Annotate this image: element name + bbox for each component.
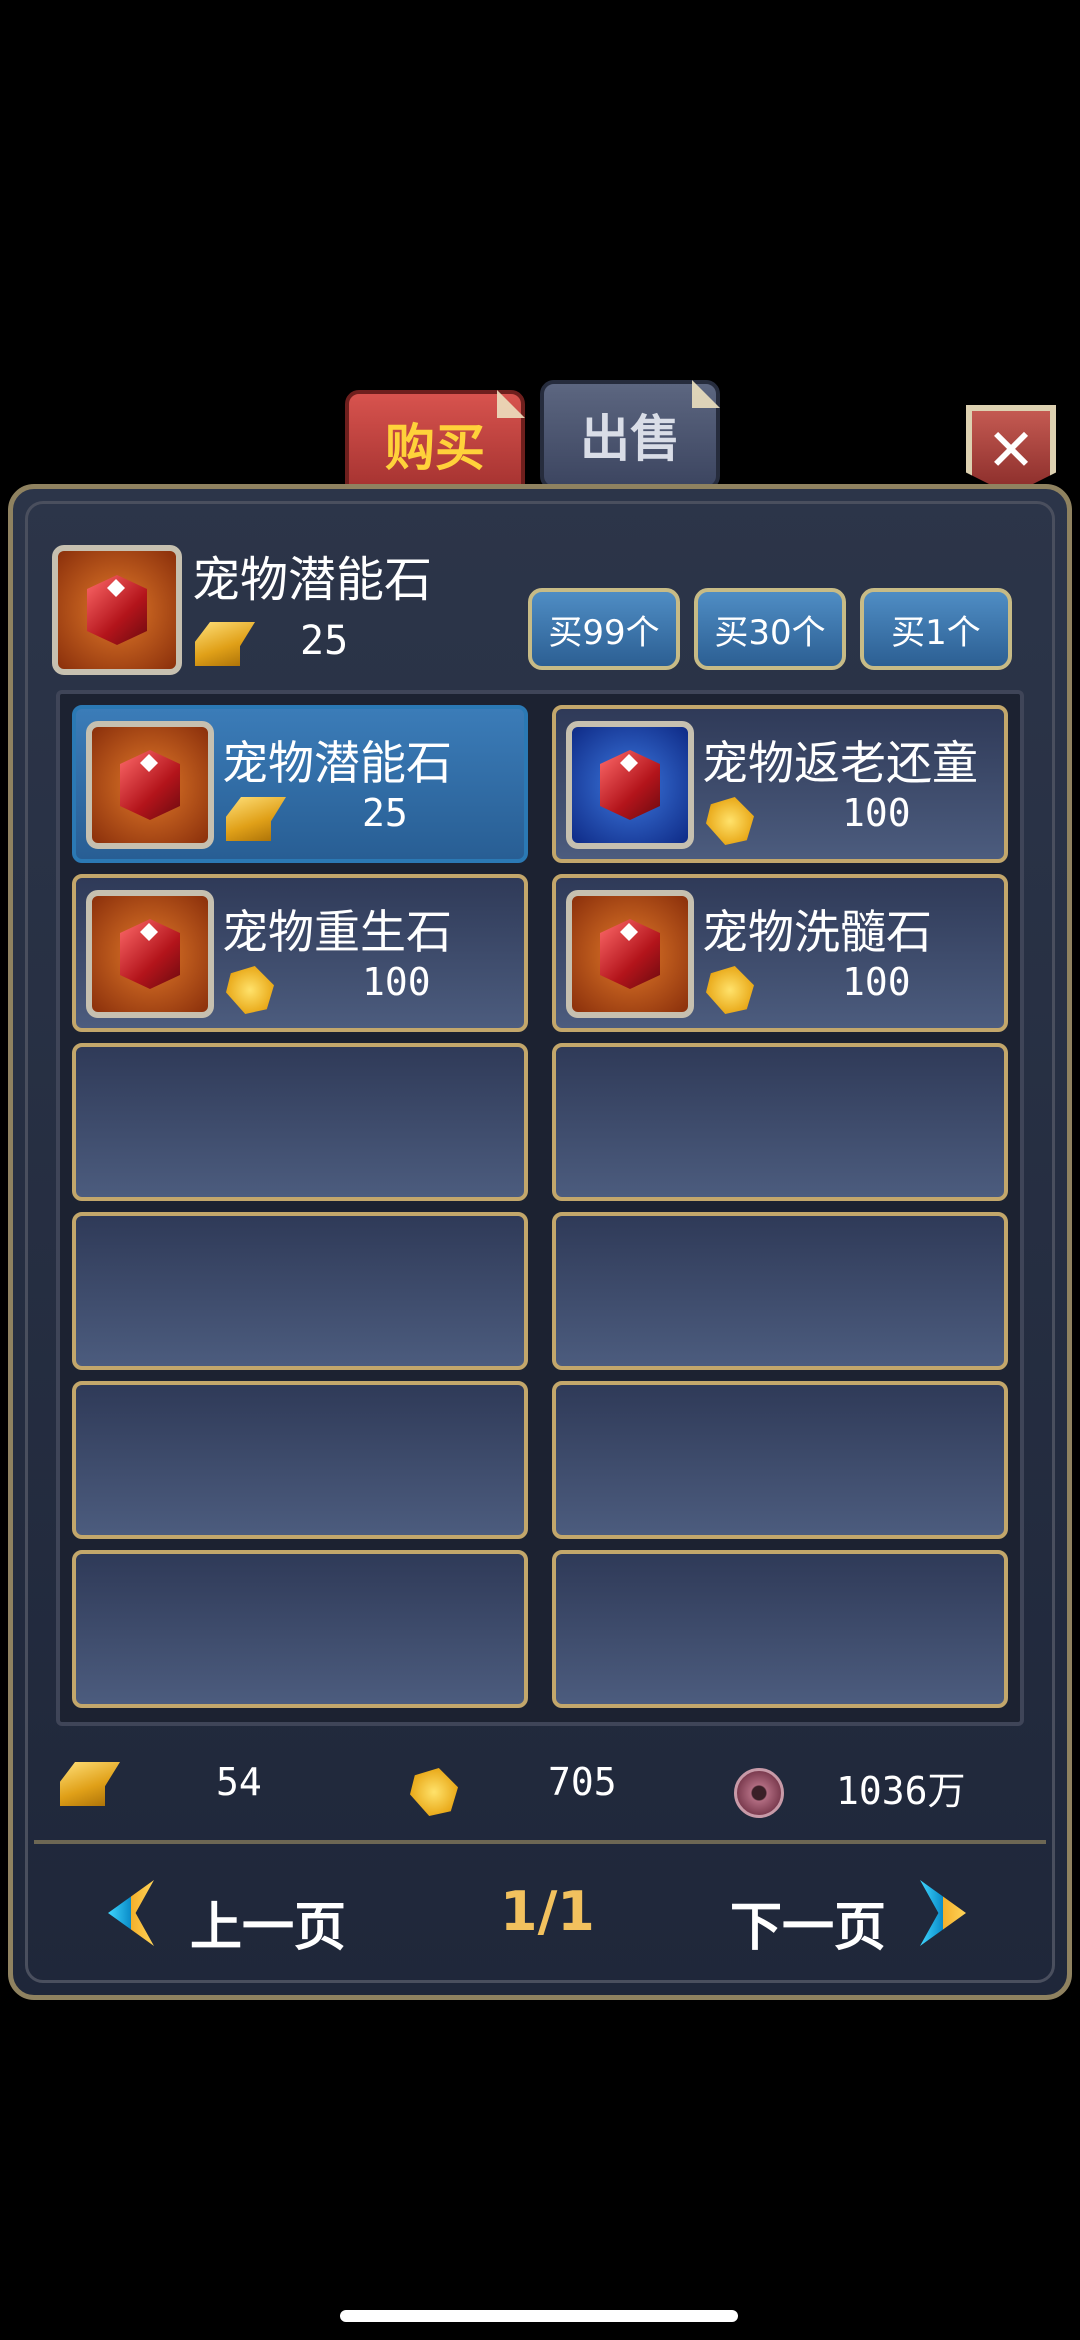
item-name: 宠物重生石	[222, 905, 452, 959]
item-icon	[86, 721, 214, 849]
leaf-balance: 705	[548, 1760, 617, 1804]
shop-item-1[interactable]: 宠物潜能石 25	[72, 705, 528, 863]
selected-item-name: 宠物潜能石	[192, 552, 433, 608]
empty-slot	[72, 1381, 528, 1539]
copper-coin-icon	[734, 1768, 784, 1822]
selected-item-icon	[52, 545, 182, 675]
selected-item-price: 25	[300, 618, 349, 664]
empty-slot	[72, 1212, 528, 1370]
close-icon: ✕	[986, 416, 1036, 484]
item-price: 100	[362, 960, 431, 1004]
item-price: 100	[842, 960, 911, 1004]
shop-item-2[interactable]: 宠物返老还童 100	[552, 705, 1008, 863]
item-name: 宠物潜能石	[222, 736, 452, 790]
empty-slot	[552, 1550, 1008, 1708]
buy-99-button[interactable]: 买99个	[528, 588, 680, 670]
gold-leaf-icon	[410, 1768, 458, 1820]
gold-leaf-icon	[706, 966, 754, 1018]
divider	[34, 1840, 1046, 1844]
tab-buy-label: 购买	[385, 419, 485, 477]
red-gem-icon	[120, 750, 180, 820]
item-price: 25	[362, 791, 408, 835]
red-gem-icon	[120, 919, 180, 989]
item-name: 宠物返老还童	[702, 736, 978, 790]
item-icon	[566, 721, 694, 849]
gold-ingot-icon	[226, 797, 286, 845]
close-button[interactable]: ✕	[966, 405, 1056, 495]
home-indicator[interactable]	[340, 2310, 738, 2322]
tab-buy[interactable]: 购买	[345, 390, 525, 498]
gold-ingot-icon	[60, 1762, 120, 1810]
buy-30-button[interactable]: 买30个	[694, 588, 846, 670]
empty-slot	[72, 1043, 528, 1201]
next-page-button[interactable]: 下一页	[730, 1885, 886, 1960]
gold-leaf-icon	[706, 797, 754, 849]
shop-item-4[interactable]: 宠物洗髓石 100	[552, 874, 1008, 1032]
gold-balance: 54	[216, 1760, 262, 1804]
buy-1-button[interactable]: 买1个	[860, 588, 1012, 670]
red-gem-icon	[600, 919, 660, 989]
prev-page-button[interactable]: 上一页	[190, 1885, 346, 1960]
empty-slot	[72, 1550, 528, 1708]
item-icon	[566, 890, 694, 1018]
red-gem-icon	[600, 750, 660, 820]
item-icon	[86, 890, 214, 1018]
item-price: 100	[842, 791, 911, 835]
coin-balance: 1036万	[836, 1769, 966, 1813]
page-indicator: 1/1	[500, 1880, 595, 1943]
gold-ingot-icon	[195, 622, 255, 670]
gold-leaf-icon	[226, 966, 274, 1018]
red-gem-icon	[87, 575, 147, 645]
tab-sell-label: 出售	[580, 410, 680, 468]
item-name: 宠物洗髓石	[702, 905, 932, 959]
shop-item-3[interactable]: 宠物重生石 100	[72, 874, 528, 1032]
empty-slot	[552, 1381, 1008, 1539]
empty-slot	[552, 1212, 1008, 1370]
empty-slot	[552, 1043, 1008, 1201]
tab-sell[interactable]: 出售	[540, 380, 720, 490]
